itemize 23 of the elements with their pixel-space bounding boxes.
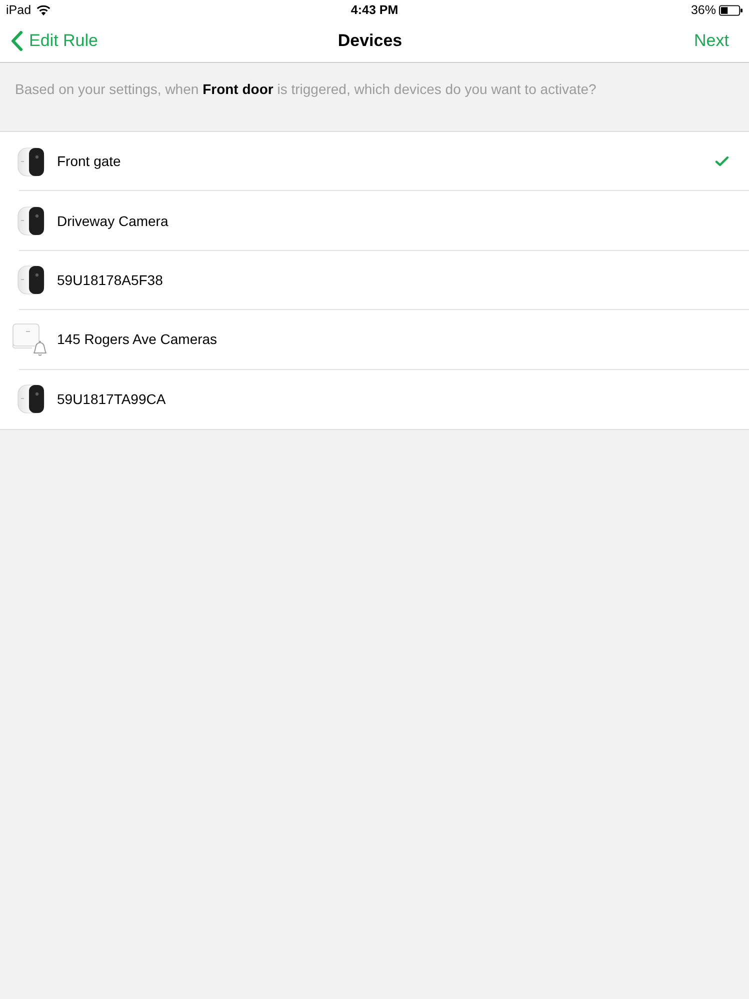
instruction-text: Based on your settings, when Front door is triggered, which devices do you want to activate?: [15, 80, 598, 98]
camera-icon: [17, 146, 45, 178]
battery-percent: 36%: [690, 3, 716, 17]
device-name: Front gate: [57, 153, 121, 170]
camera-icon: [17, 383, 45, 416]
screen-title: Devices: [338, 31, 402, 51]
camera-icon: [17, 205, 45, 238]
device-row[interactable]: 145 Rogers Ave Cameras: [0, 310, 749, 370]
device-row[interactable]: Driveway Camera: [0, 191, 749, 251]
device-name: 59U1817TA99CA: [57, 391, 166, 408]
base-station-icon: [12, 322, 48, 358]
device-name: 59U18178A5F38: [57, 272, 163, 288]
device-row[interactable]: Front gate: [0, 132, 749, 192]
battery-icon: [719, 4, 743, 16]
wifi-icon: [36, 4, 52, 16]
camera-icon: [17, 264, 45, 296]
chevron-left-icon: [11, 31, 23, 51]
status-time: 4:43 PM: [350, 3, 398, 17]
device-row[interactable]: 59U18178A5F38: [0, 250, 749, 310]
carrier-label: iPad: [6, 3, 32, 17]
device-name: 145 Rogers Ave Cameras: [57, 331, 218, 348]
device-row[interactable]: 59U1817TA99CA: [0, 370, 749, 429]
device-name: Driveway Camera: [57, 212, 168, 229]
